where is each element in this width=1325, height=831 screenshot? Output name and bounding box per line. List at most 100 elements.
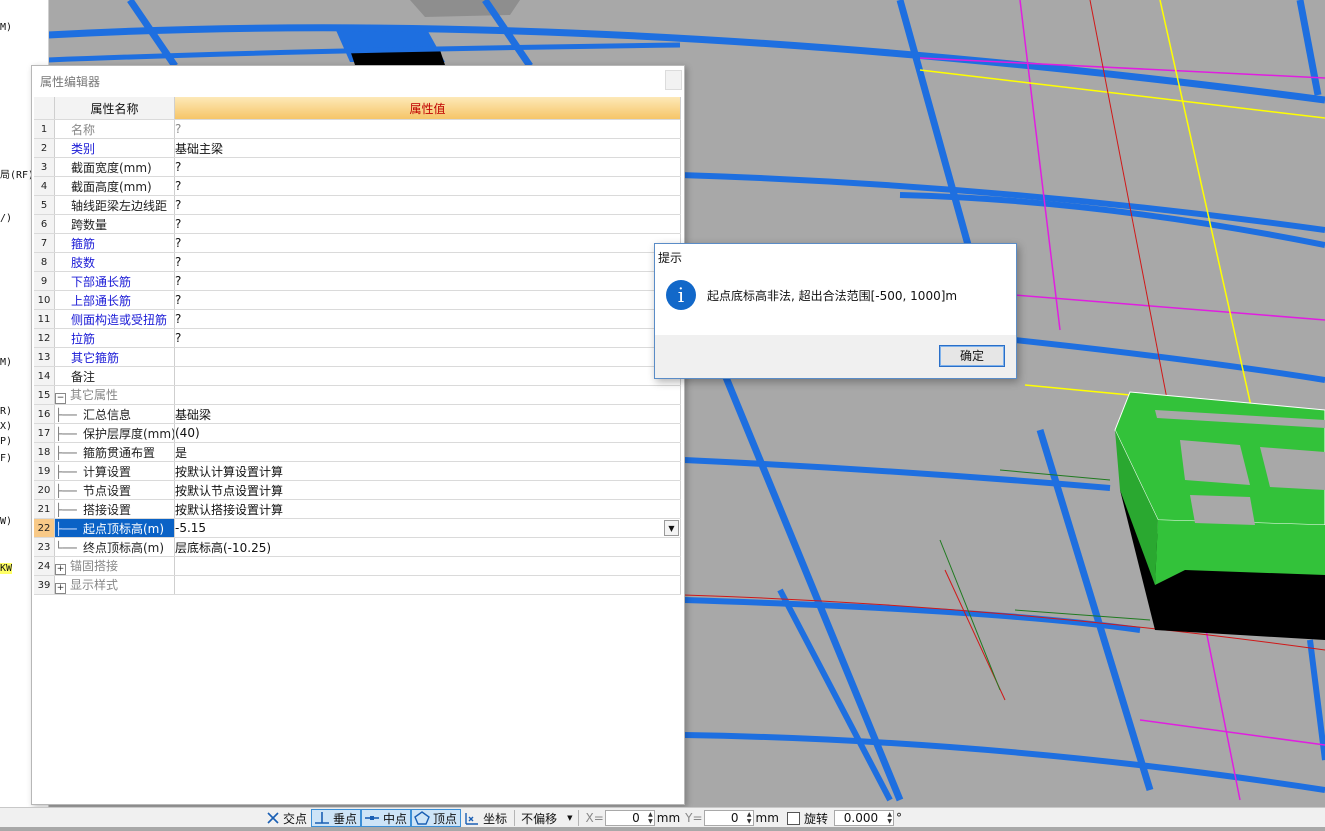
table-row[interactable]: 15− 其它属性 — [34, 385, 681, 405]
property-group[interactable]: + 显示样式 — [54, 575, 175, 595]
property-name[interactable]: ├── 汇总信息 — [54, 404, 175, 424]
property-value[interactable]: 按默认节点设置计算 — [174, 480, 681, 500]
property-group[interactable]: + 锚固搭接 — [54, 556, 175, 576]
fragment-text: 局(RF) — [0, 170, 35, 181]
close-button[interactable] — [665, 70, 682, 90]
spinner-icon[interactable]: ▲ ▼ — [887, 811, 892, 825]
property-name[interactable]: ├── 保护层厚度(mm) — [54, 423, 175, 443]
table-row[interactable]: 6 跨数量? — [34, 214, 681, 234]
property-group[interactable]: − 其它属性 — [54, 385, 175, 405]
property-name[interactable]: ├── 箍筋贯通布置 — [54, 442, 175, 462]
property-name[interactable]: 箍筋 — [54, 233, 175, 253]
table-row[interactable]: 3 截面宽度(mm)? — [34, 157, 681, 177]
property-value[interactable]: ? — [174, 195, 681, 215]
expand-icon[interactable]: + — [55, 564, 66, 575]
row-number: 2 — [34, 138, 55, 158]
property-name[interactable]: └── 终点顶标高(m) — [54, 537, 175, 557]
table-row[interactable]: 23 └── 终点顶标高(m) 层底标高(-10.25) — [34, 537, 681, 557]
property-value[interactable]: ? — [174, 252, 681, 272]
table-row[interactable]: 7 箍筋? — [34, 233, 681, 253]
property-value[interactable]: ? — [174, 157, 681, 177]
property-value[interactable]: ? — [174, 328, 681, 348]
property-name[interactable]: 其它箍筋 — [54, 347, 175, 367]
property-name[interactable]: ├── 计算设置 — [54, 461, 175, 481]
table-row[interactable]: 8 肢数? — [34, 252, 681, 272]
property-name[interactable]: 轴线距梁左边线距 — [54, 195, 175, 215]
property-name[interactable]: 侧面构造或受扭筋 — [54, 309, 175, 329]
table-row[interactable]: 21 ├── 搭接设置 按默认搭接设置计算 — [34, 499, 681, 519]
table-row[interactable]: 19 ├── 计算设置 按默认计算设置计算 — [34, 461, 681, 481]
property-value[interactable] — [174, 366, 681, 386]
spinner-icon[interactable]: ▲ ▼ — [648, 811, 653, 825]
spinner-icon[interactable]: ▲ ▼ — [747, 811, 752, 825]
table-row[interactable]: 4 截面高度(mm)? — [34, 176, 681, 196]
snap-perpendicular-button[interactable]: 垂点 — [311, 809, 362, 827]
property-value-input[interactable]: -5.15 — [175, 521, 206, 535]
property-name[interactable]: 上部通长筋 — [54, 290, 175, 310]
snap-intersection-button[interactable]: 交点 — [263, 809, 311, 827]
property-editor-panel: 属性编辑器 属性名称 属性值 1 名称? 2 类别 基础主梁 3 截面宽度(mm)? 4… — [31, 65, 685, 805]
property-name[interactable]: 下部通长筋 — [54, 271, 175, 291]
property-label: 类别 — [71, 141, 96, 156]
table-row[interactable]: 5 轴线距梁左边线距? — [34, 195, 681, 215]
table-row[interactable]: 20 ├── 节点设置 按默认节点设置计算 — [34, 480, 681, 500]
chevron-down-icon[interactable]: ▼ — [664, 520, 679, 536]
x-input[interactable]: 0 ▲ ▼ — [604, 810, 655, 826]
expand-icon[interactable]: + — [55, 583, 66, 594]
property-value[interactable]: 基础主梁 — [174, 138, 681, 158]
table-row[interactable]: 16 ├── 汇总信息 基础梁 — [34, 404, 681, 424]
property-name[interactable]: 类别 — [54, 138, 175, 158]
table-row[interactable]: 18 ├── 箍筋贯通布置 是 — [34, 442, 681, 462]
table-row[interactable]: 13 其它箍筋 — [34, 347, 681, 367]
property-value[interactable]: 按默认计算设置计算 — [174, 461, 681, 481]
table-row[interactable]: 1 名称? — [34, 119, 681, 139]
property-name[interactable]: 跨数量 — [54, 214, 175, 234]
property-value[interactable] — [174, 347, 681, 367]
property-name[interactable]: 截面高度(mm) — [54, 176, 175, 196]
property-name[interactable]: ├── 搭接设置 — [54, 499, 175, 519]
property-value[interactable]: ? — [174, 214, 681, 234]
table-row[interactable]: 2 类别 基础主梁 — [34, 138, 681, 158]
table-row[interactable]: 14 备注 — [34, 366, 681, 386]
property-name[interactable]: ├── 起点顶标高(m) — [54, 518, 175, 538]
property-value[interactable]: 是 — [174, 442, 681, 462]
property-value[interactable]: 基础梁 — [174, 404, 681, 424]
property-value[interactable]: ? — [174, 271, 681, 291]
property-value[interactable]: ? — [174, 290, 681, 310]
property-name[interactable]: 拉筋 — [54, 328, 175, 348]
table-row[interactable]: 24 + 锚固搭接 — [34, 556, 681, 576]
rotate-input[interactable]: 0.000 ▲ ▼ — [833, 810, 894, 826]
table-row[interactable]: 9 下部通长筋? — [34, 271, 681, 291]
property-name[interactable]: 名称 — [54, 119, 175, 139]
table-row[interactable]: 17 ├── 保护层厚度(mm) (40) — [34, 423, 681, 443]
table-row[interactable]: 10 上部通长筋? — [34, 290, 681, 310]
snap-coordinate-button[interactable]: 坐标 — [461, 809, 511, 827]
collapse-icon[interactable]: − — [55, 393, 66, 404]
table-row-selected[interactable]: 22 ├── 起点顶标高(m) -5.15 ▼ — [34, 518, 681, 538]
snap-vertex-button[interactable]: 顶点 — [411, 809, 462, 827]
table-row[interactable]: 11 侧面构造或受扭筋? — [34, 309, 681, 329]
ok-button[interactable]: 确定 — [939, 345, 1005, 367]
tree-branch-icon: ├── — [55, 445, 77, 460]
property-value-editor[interactable]: -5.15 ▼ — [174, 518, 681, 538]
property-value[interactable]: ? — [174, 309, 681, 329]
offset-mode-dropdown[interactable]: 不偏移 ▼ — [518, 810, 575, 827]
property-value[interactable]: 层底标高(-10.25) — [174, 537, 681, 557]
property-value[interactable]: (40) — [174, 423, 681, 443]
table-row[interactable]: 39 + 显示样式 — [34, 575, 681, 595]
property-value[interactable]: 按默认搭接设置计算 — [174, 499, 681, 519]
property-value[interactable]: ? — [174, 233, 681, 253]
property-value[interactable]: ? — [174, 119, 681, 139]
y-input[interactable]: 0 ▲ ▼ — [703, 810, 754, 826]
property-name[interactable]: 备注 — [54, 366, 175, 386]
property-name[interactable]: ├── 节点设置 — [54, 480, 175, 500]
property-label: 轴线距梁左边线距 — [71, 198, 168, 213]
tree-branch-icon: ├── — [55, 464, 77, 479]
panel-titlebar[interactable]: 属性编辑器 — [32, 66, 684, 96]
property-name[interactable]: 截面宽度(mm) — [54, 157, 175, 177]
rotate-checkbox[interactable] — [786, 811, 800, 825]
table-row[interactable]: 12 拉筋? — [34, 328, 681, 348]
property-value[interactable]: ? — [174, 176, 681, 196]
snap-midpoint-button[interactable]: 中点 — [361, 809, 412, 827]
property-name[interactable]: 肢数 — [54, 252, 175, 272]
